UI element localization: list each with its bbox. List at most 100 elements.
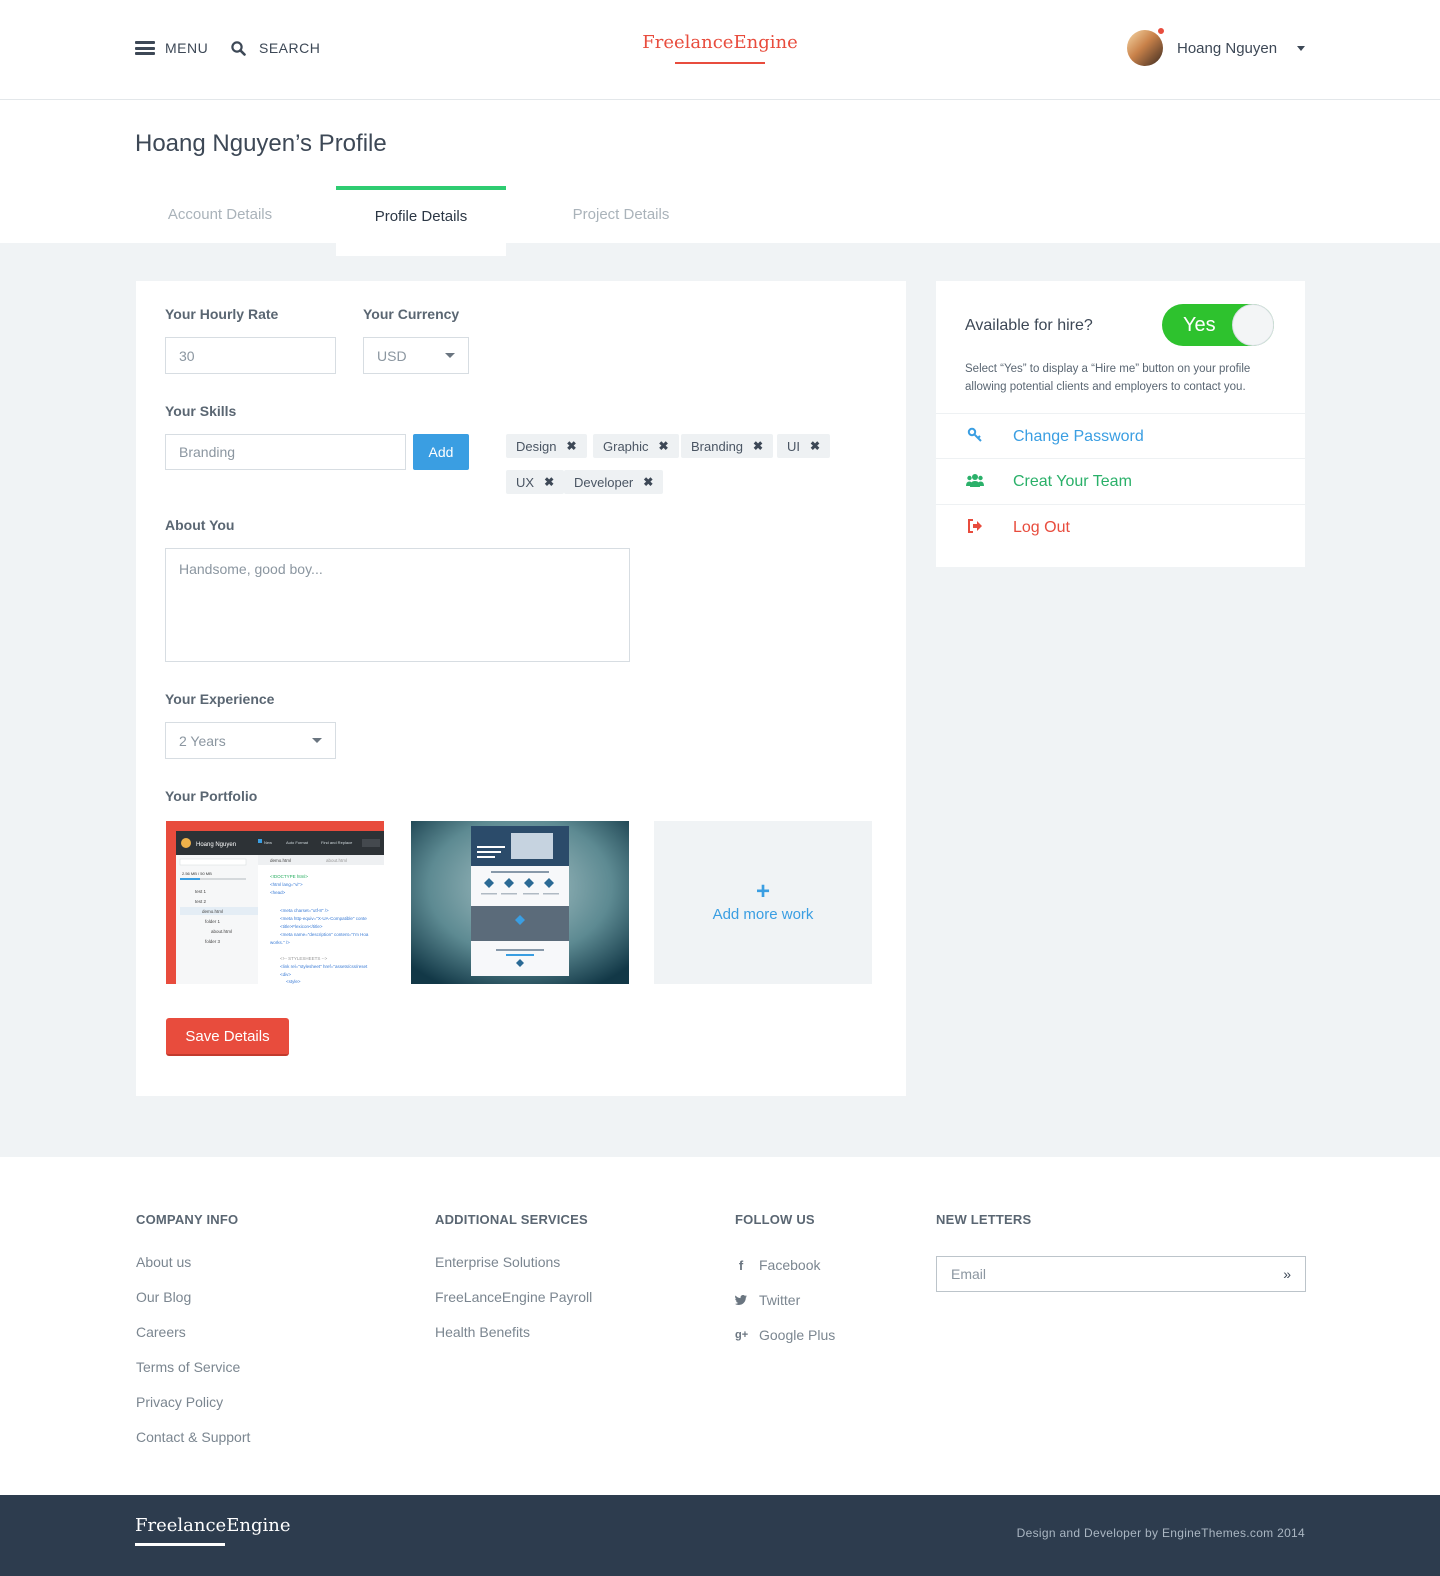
currency-value: USD [377,347,407,364]
footer-link-payroll[interactable]: FreeLanceEngine Payroll [435,1289,592,1305]
footer-link-terms[interactable]: Terms of Service [136,1359,240,1375]
twitter-label: Twitter [759,1292,801,1308]
add-more-work-label: Add more work [712,906,814,923]
newsletter-email-input[interactable]: Email » [936,1256,1306,1292]
key-icon [936,427,1013,446]
top-header: MENU SEARCH FreelanceEngine Hoang Nguyen [0,0,1440,100]
skill-tag-label: Branding [691,438,744,454]
thumb-code-line: <meta http-equiv="X-UA-Compatible" conte [280,916,367,921]
footer-link-privacy[interactable]: Privacy Policy [136,1394,223,1410]
experience-select[interactable]: 2 Years [165,722,336,759]
skills-label: Your Skills [165,403,237,419]
double-chevron-right-icon[interactable]: » [1283,1266,1291,1282]
footer-link-health[interactable]: Health Benefits [435,1324,530,1340]
thumb-code-line: <!-- STYLESHEETS --> [280,956,328,961]
change-password-label: Change Password [1013,427,1144,445]
portfolio-label: Your Portfolio [165,788,258,804]
user-menu[interactable]: Hoang Nguyen [1127,27,1306,66]
currency-select[interactable]: USD [363,337,469,374]
twitter-icon [735,1293,747,1308]
google-plus-label: Google Plus [759,1327,836,1343]
social-link-google-plus[interactable]: g+ Google Plus [735,1327,835,1343]
footer-link-contact[interactable]: Contact & Support [136,1429,250,1445]
follow-us-heading: FOLLOW US [735,1212,815,1227]
thumb-code-line: <meta name="description" content="I'm Ho… [280,932,369,937]
portfolio-image-code-editor: Hoang Nguyen New Auto Format Find and Re… [166,821,384,984]
page-title: Hoang Nguyen’s Profile [135,130,387,157]
thumb-auto-format: Auto Format [286,840,309,845]
about-textarea[interactable]: Handsome, good boy... [165,548,630,662]
user-name: Hoang Nguyen [1177,39,1278,57]
add-skill-button[interactable]: Add [413,434,469,470]
hourly-rate-input[interactable]: 30 [165,337,336,374]
thumb-usage: 2.56 MB / 50 MB [182,871,212,876]
company-info-heading: COMPANY INFO [136,1212,239,1227]
footer-link-careers[interactable]: Careers [136,1324,186,1340]
thumb-tree-item: folder 1 [205,919,221,924]
thumb-tree-item: demo.html [202,909,223,914]
skill-tag-ux: UX ✖ [506,470,565,494]
thumb-code-line: <meta charset="utf-8" /> [280,908,329,913]
skill-tag-branding: Branding ✖ [681,434,774,458]
skill-tag-label: UX [516,474,535,490]
remove-icon[interactable]: ✖ [643,475,653,489]
email-placeholder: Email [951,1266,987,1282]
about-label: About You [165,517,235,533]
change-password-link[interactable]: Change Password [936,413,1305,459]
footer-link-about[interactable]: About us [136,1254,191,1270]
skills-input[interactable]: Branding [165,434,406,470]
remove-icon[interactable]: ✖ [544,475,554,489]
portfolio-item-2[interactable] [411,821,629,984]
facebook-icon: f [738,1257,744,1273]
hire-toggle[interactable]: Yes [1162,304,1274,346]
tab-account-details[interactable]: Account Details [135,186,305,256]
newsletter-heading: NEW LETTERS [936,1212,1032,1227]
caret-down-icon [312,738,322,743]
availability-card: Available for hire? Yes Select “Yes” to … [936,281,1305,567]
footer-logo[interactable]: FreelanceEngine [135,1515,290,1536]
thumb-tree-item: test 2 [195,899,207,904]
thumb-tree-item: folder 3 [205,939,221,944]
footer-link-blog[interactable]: Our Blog [136,1289,191,1305]
skill-tag-developer: Developer ✖ [564,470,664,494]
create-team-label: Creat Your Team [1013,472,1132,490]
avatar [1127,27,1165,66]
remove-icon[interactable]: ✖ [566,439,576,453]
thumb-find-replace: Find and Replace [321,840,353,845]
portfolio-item-1[interactable]: Hoang Nguyen New Auto Format Find and Re… [166,821,384,984]
thumb-code-line: <html lang="vi"> [270,882,303,887]
log-out-link[interactable]: Log Out [936,504,1305,550]
thumb-tree-item: about.html [211,929,232,934]
thumb-user: Hoang Nguyen [196,842,236,848]
thumb-code-line: <head> [270,890,286,895]
currency-label: Your Currency [363,306,460,322]
add-more-work-button[interactable]: + Add more work [654,821,872,984]
remove-icon[interactable]: ✖ [753,439,763,453]
skill-tag-label: Graphic [603,438,649,454]
thumb-code-line: <link rel="stylesheet" href="assets/css/… [280,964,368,969]
chevron-down-icon [1297,45,1306,51]
create-team-link[interactable]: Creat Your Team [936,458,1305,504]
thumb-file-tab: about.html [326,858,347,863]
social-link-facebook[interactable]: f Facebook [735,1257,821,1273]
skill-tag-graphic: Graphic ✖ [593,434,679,458]
footer-link-enterprise[interactable]: Enterprise Solutions [435,1254,560,1270]
experience-label: Your Experience [165,691,275,707]
thumb-file-tab: demo.html [270,858,291,863]
remove-icon[interactable]: ✖ [810,439,820,453]
tab-profile-details[interactable]: Profile Details [336,186,506,256]
plus-icon: + [755,878,770,905]
facebook-label: Facebook [759,1257,821,1273]
toggle-knob[interactable] [1232,304,1274,346]
availability-note: Select “Yes” to display a “Hire me” butt… [965,363,1251,393]
tab-project-details[interactable]: Project Details [536,186,706,256]
credit-text: Design and Developer by EngineThemes.com… [1016,1526,1305,1540]
experience-value: 2 Years [179,732,226,749]
remove-icon[interactable]: ✖ [659,439,669,453]
thumb-code-line: <div> [280,972,291,977]
sign-out-icon [936,519,1013,536]
skill-tag-design: Design ✖ [506,434,587,458]
save-details-button[interactable]: Save Details [166,1018,289,1056]
social-link-twitter[interactable]: Twitter [735,1292,800,1308]
thumb-code-line: <title>Flexicon</title> [280,924,323,929]
